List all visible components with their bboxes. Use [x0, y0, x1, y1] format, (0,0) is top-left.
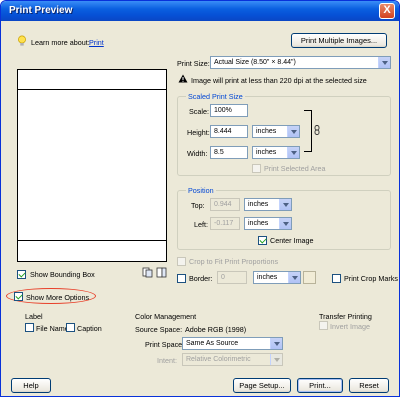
show-more-options-label: Show More Options [26, 293, 90, 302]
top-input[interactable]: 0.944 [210, 198, 240, 211]
width-input[interactable]: 8.5 [210, 146, 248, 159]
page-setup-button[interactable]: Page Setup... [233, 378, 291, 393]
border-checkbox[interactable] [177, 274, 186, 283]
center-image-label: Center Image [270, 236, 314, 245]
left-unit-value: inches [248, 220, 269, 227]
file-name-checkbox[interactable] [25, 323, 34, 332]
height-input[interactable]: 8.444 [210, 125, 248, 138]
chevron-down-icon [287, 126, 299, 137]
print-space-value: Same As Source [186, 340, 239, 347]
print-button[interactable]: Print... [297, 378, 343, 393]
multi-page-icon[interactable] [156, 267, 167, 278]
preview-top-edge [18, 89, 166, 90]
print-space-label: Print Space: [145, 340, 185, 349]
help-button[interactable]: Help [11, 378, 51, 393]
constrain-bracket [304, 110, 312, 152]
width-unit-value: inches [256, 149, 277, 156]
close-button[interactable]: X [379, 3, 395, 19]
border-label: Border: [189, 274, 213, 283]
left-input[interactable]: -0.117 [210, 217, 240, 230]
reset-button[interactable]: Reset [349, 378, 389, 393]
lightbulb-icon [17, 35, 27, 47]
print-size-label: Print Size: [177, 59, 210, 68]
border-unit-select[interactable]: inches [253, 271, 301, 284]
scale-input[interactable]: 100% [210, 104, 248, 117]
print-space-select[interactable]: Same As Source [182, 337, 283, 350]
scaled-print-size-title: Scaled Print Size [186, 92, 245, 101]
left-unit-select[interactable]: inches [244, 217, 292, 230]
top-unit-select[interactable]: inches [244, 198, 292, 211]
chevron-down-icon [287, 147, 299, 158]
chevron-down-icon [279, 218, 291, 229]
scale-label: Scale: [189, 107, 209, 116]
width-label: Width: [187, 149, 208, 158]
chevron-down-icon [378, 57, 390, 68]
chevron-down-icon [270, 338, 282, 349]
title-bar: Print Preview X [1, 1, 399, 21]
caption-checkbox[interactable] [66, 323, 75, 332]
intent-value: Relative Colorimetric [186, 356, 251, 363]
height-unit-select[interactable]: inches [252, 125, 300, 138]
transfer-printing-title: Transfer Printing [319, 312, 372, 321]
source-space-value: Adobe RGB (1998) [185, 325, 247, 334]
height-label: Height: [187, 128, 210, 137]
print-selected-area-label: Print Selected Area [264, 164, 326, 173]
crop-to-fit-label: Crop to Fit Print Proportions [189, 257, 279, 266]
height-unit-value: inches [256, 128, 277, 135]
top-label: Top: [191, 201, 205, 210]
print-preview-window: Print Preview X Learn more about: Print … [0, 0, 400, 397]
warning-icon [178, 74, 188, 83]
source-space-label: Source Space: [135, 325, 183, 334]
print-size-value: Actual Size (8.50" × 8.44") [214, 59, 296, 66]
position-title: Position [186, 186, 216, 195]
invert-image-checkbox[interactable] [319, 321, 328, 330]
border-input[interactable]: 0 [217, 271, 247, 284]
width-unit-select[interactable]: inches [252, 146, 300, 159]
print-multiple-images-button[interactable]: Print Multiple Images... [291, 33, 387, 48]
print-crop-marks-checkbox[interactable] [332, 274, 341, 283]
dpi-warning-text: Image will print at less than 220 dpi at… [191, 76, 367, 85]
print-preview-area [17, 69, 167, 262]
top-unit-value: inches [248, 201, 269, 208]
chain-link-icon[interactable] [314, 125, 320, 135]
single-page-icon[interactable] [142, 267, 153, 278]
chevron-down-icon [288, 272, 300, 283]
color-management-title: Color Management [135, 312, 197, 321]
show-bounding-box-label: Show Bounding Box [30, 270, 95, 279]
print-selected-area-checkbox[interactable] [252, 164, 261, 173]
border-color-swatch[interactable] [303, 271, 316, 284]
file-name-label: File Name [36, 324, 69, 333]
show-bounding-box-checkbox[interactable] [17, 270, 26, 279]
chevron-down-icon [270, 354, 282, 365]
left-label: Left: [194, 220, 208, 229]
center-image-checkbox[interactable] [258, 236, 267, 245]
learn-more-text: Learn more about: [31, 38, 90, 47]
learn-more-link[interactable]: Print [89, 38, 104, 47]
caption-label: Caption [77, 324, 102, 333]
intent-select[interactable]: Relative Colorimetric [182, 353, 283, 366]
intent-label: Intent: [157, 356, 177, 365]
print-size-select[interactable]: Actual Size (8.50" × 8.44") [210, 56, 391, 69]
invert-image-label: Invert Image [330, 322, 370, 331]
border-unit-value: inches [257, 274, 278, 281]
preview-bottom-edge [18, 240, 166, 241]
label-section-title: Label [25, 312, 43, 321]
window-title: Print Preview [9, 5, 73, 16]
crop-to-fit-checkbox[interactable] [177, 257, 186, 266]
print-crop-marks-label: Print Crop Marks [344, 274, 398, 283]
show-more-options-checkbox[interactable] [14, 292, 23, 301]
chevron-down-icon [279, 199, 291, 210]
